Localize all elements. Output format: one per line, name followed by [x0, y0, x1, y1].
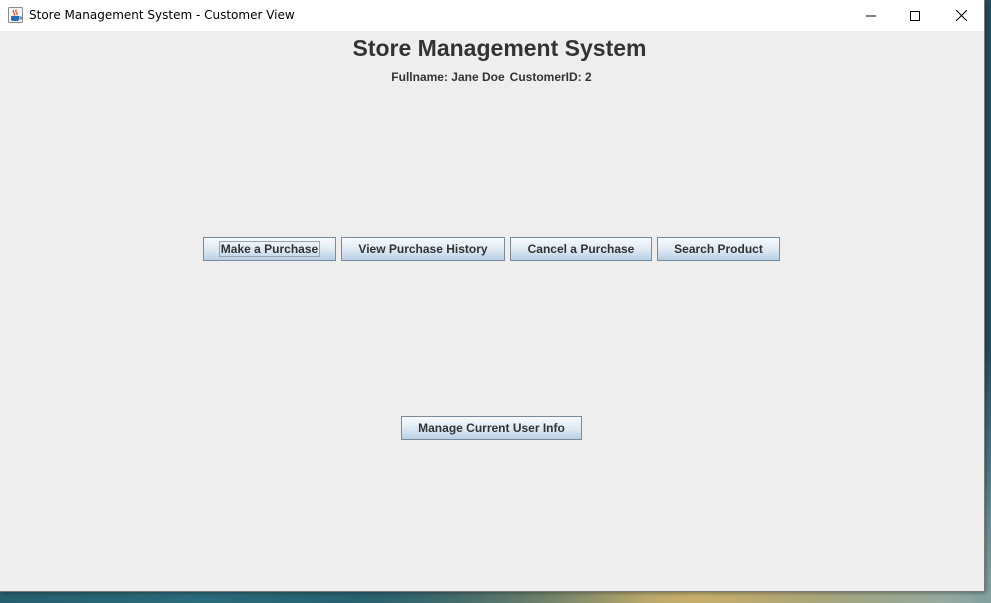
cancel-purchase-button[interactable]: Cancel a Purchase	[510, 237, 652, 261]
customer-id-label: CustomerID: 2	[509, 70, 592, 84]
view-purchase-history-label: View Purchase History	[358, 242, 488, 256]
minimize-button[interactable]	[848, 0, 894, 31]
java-cup-icon	[8, 7, 23, 23]
view-purchase-history-button[interactable]: View Purchase History	[341, 237, 505, 261]
cancel-purchase-label: Cancel a Purchase	[527, 242, 635, 256]
minimize-icon	[866, 11, 876, 21]
search-product-button[interactable]: Search Product	[657, 237, 780, 261]
maximize-icon	[910, 10, 920, 21]
maximize-button[interactable]	[892, 0, 938, 31]
user-info-line: Fullname: Jane Doe CustomerID: 2	[0, 70, 983, 84]
close-button[interactable]	[938, 0, 984, 31]
manage-user-info-label: Manage Current User Info	[418, 421, 565, 435]
fullname-label: Fullname: Jane Doe	[391, 70, 505, 84]
search-product-label: Search Product	[674, 242, 763, 256]
manage-user-info-button[interactable]: Manage Current User Info	[401, 416, 582, 440]
window-title: Store Management System - Customer View	[29, 8, 295, 22]
make-purchase-button[interactable]: Make a Purchase	[203, 237, 336, 261]
make-purchase-label: Make a Purchase	[218, 241, 321, 257]
page-title: Store Management System	[352, 35, 647, 61]
customer-view-panel: Store Management System Fullname: Jane D…	[0, 31, 984, 591]
title-bar[interactable]: Store Management System - Customer View	[0, 0, 984, 31]
app-window: Store Management System - Customer View …	[0, 0, 985, 592]
close-icon	[955, 10, 967, 21]
